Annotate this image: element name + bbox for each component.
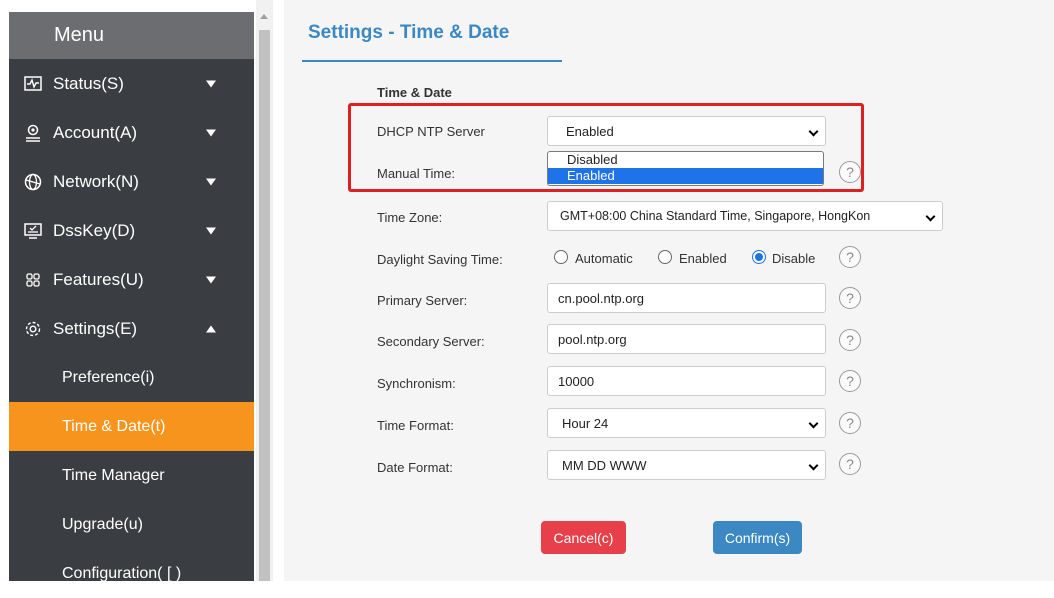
chevron-down-icon — [206, 129, 216, 136]
synchronism-label: Synchronism: — [377, 376, 456, 391]
sidebar-item-label: Account(A) — [53, 122, 138, 142]
time-format-value: Hour 24 — [562, 415, 609, 431]
sidebar-subitem-preference[interactable]: Preference(i) — [9, 353, 254, 402]
secondary-server-value: pool.ntp.org — [558, 331, 627, 347]
scroll-thumb[interactable] — [259, 30, 270, 581]
title-underline — [302, 60, 562, 62]
secondary-server-input[interactable]: pool.ntp.org — [547, 324, 826, 354]
chevron-down-icon — [925, 211, 936, 222]
chevron-up-icon — [206, 325, 216, 332]
dst-label: Daylight Saving Time: — [377, 252, 503, 267]
sidebar-item-account[interactable]: Account(A) — [9, 108, 254, 157]
date-format-select[interactable]: MM DD WWW — [547, 450, 826, 480]
sidebar-subitem-upgrade[interactable]: Upgrade(u) — [9, 500, 254, 549]
sidebar-subitem-label: Preference(i) — [62, 368, 155, 386]
sidebar-menu: Menu Status(S) Account(A) Network(N) Dss… — [9, 12, 254, 582]
sidebar-subitem-label: Time & Date(t) — [62, 417, 166, 435]
sidebar-item-label: Status(S) — [53, 73, 124, 93]
primary-server-label: Primary Server: — [377, 293, 468, 308]
chevron-down-icon — [206, 276, 216, 283]
cancel-button[interactable]: Cancel(c) — [541, 521, 626, 554]
date-format-label: Date Format: — [377, 460, 453, 475]
chevron-down-icon — [206, 80, 216, 87]
menu-header: Menu — [9, 12, 254, 59]
sidebar-item-dsskey[interactable]: DssKey(D) — [9, 206, 254, 255]
synchronism-value: 10000 — [558, 373, 595, 389]
dst-enabled-radio[interactable] — [658, 250, 672, 264]
scroll-up-arrow-icon[interactable] — [260, 14, 268, 19]
sidebar-item-network[interactable]: Network(N) — [9, 157, 254, 206]
dst-enabled-label: Enabled — [679, 251, 727, 266]
dst-automatic-radio[interactable] — [554, 250, 568, 264]
sidebar-item-status[interactable]: Status(S) — [9, 59, 254, 108]
sidebar-subitem-label: Time Manager — [62, 466, 165, 484]
chevron-down-icon — [808, 460, 819, 471]
help-icon[interactable]: ? — [839, 412, 861, 434]
sidebar-item-label: Settings(E) — [53, 318, 138, 338]
sidebar-subitem-time-date[interactable]: Time & Date(t) — [9, 402, 254, 451]
help-icon[interactable]: ? — [839, 287, 861, 309]
dst-disable-label: Disable — [772, 251, 816, 266]
primary-server-value: cn.pool.ntp.org — [558, 290, 645, 306]
sidebar-subitem-configuration[interactable]: Configuration( [ ) — [9, 549, 254, 598]
sidebar-subitem-label: Configuration( [ ) — [62, 564, 182, 582]
dst-automatic-label: Automatic — [575, 251, 633, 266]
synchronism-input[interactable]: 10000 — [547, 366, 826, 396]
sidebar-item-label: Network(N) — [53, 171, 139, 191]
time-format-select[interactable]: Hour 24 — [547, 408, 826, 438]
sidebar-item-label: DssKey(D) — [53, 220, 136, 240]
dst-disable-radio[interactable] — [752, 250, 766, 264]
time-format-label: Time Format: — [377, 418, 454, 433]
help-icon[interactable]: ? — [839, 246, 861, 268]
page-title: Settings - Time & Date — [308, 22, 510, 43]
network-globe-icon — [24, 173, 42, 190]
chevron-down-icon — [206, 227, 216, 234]
primary-server-input[interactable]: cn.pool.ntp.org — [547, 283, 826, 313]
chevron-down-icon — [206, 178, 216, 185]
chevron-down-icon — [808, 418, 819, 429]
main-content: Settings - Time & Date Time & Date DHCP … — [284, 0, 1054, 581]
confirm-button[interactable]: Confirm(s) — [713, 521, 802, 554]
time-zone-value: GMT+08:00 China Standard Time, Singapore… — [560, 209, 871, 223]
settings-gear-icon — [25, 321, 41, 336]
sidebar-scrollbar[interactable] — [256, 0, 273, 581]
sidebar-item-features[interactable]: Features(U) — [9, 255, 254, 304]
sidebar-item-settings[interactable]: Settings(E) — [9, 304, 254, 353]
status-monitor-icon — [24, 75, 42, 91]
time-zone-label: Time Zone: — [377, 210, 443, 225]
secondary-server-label: Secondary Server: — [377, 334, 485, 349]
sidebar-item-label: Features(U) — [53, 269, 144, 289]
sidebar-subitem-label: Upgrade(u) — [62, 515, 143, 533]
sidebar-subitem-time-manager[interactable]: Time Manager — [9, 451, 254, 500]
help-icon[interactable]: ? — [839, 370, 861, 392]
dsskey-keyboard-icon — [24, 222, 42, 239]
features-grid-icon — [26, 272, 40, 287]
help-icon[interactable]: ? — [839, 453, 861, 475]
annotation-highlight-box — [348, 103, 864, 192]
time-zone-select[interactable]: GMT+08:00 China Standard Time, Singapore… — [547, 201, 943, 231]
help-icon[interactable]: ? — [839, 329, 861, 351]
section-heading: Time & Date — [377, 85, 452, 100]
account-user-icon — [26, 124, 40, 142]
date-format-value: MM DD WWW — [562, 457, 647, 473]
